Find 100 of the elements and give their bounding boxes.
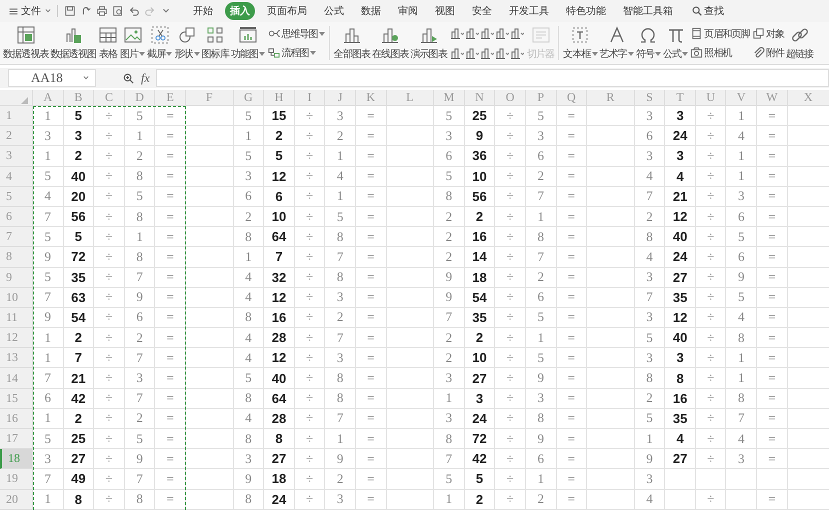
ribbon-tab[interactable]: 审阅 [393,2,423,20]
column-header[interactable]: U [696,90,726,106]
column-header[interactable]: L [386,90,434,106]
column-header[interactable]: Q [556,90,588,106]
ribbon-button[interactable]: 页眉和页脚 [690,26,750,40]
row-header[interactable]: 9 [0,268,33,288]
formula-input[interactable] [156,69,829,87]
ribbon-tab[interactable]: 公式 [319,2,349,20]
row-header[interactable]: 5 [0,186,33,207]
column-header[interactable]: K [356,90,387,106]
undo-icon[interactable] [128,5,140,17]
row-header[interactable]: 12 [0,328,33,348]
column-header[interactable]: E [155,90,186,106]
column-header[interactable]: M [434,90,465,106]
search-button[interactable]: 查找 [685,3,730,19]
column-header[interactable]: C [94,90,125,106]
ribbon-tab[interactable]: 视图 [430,2,460,20]
row-header[interactable]: 11 [0,308,33,328]
row-header[interactable]: 18 [0,449,33,470]
ribbon-button[interactable]: 文本框 [563,25,598,61]
ribbon-button[interactable]: 对象 [752,26,784,40]
column-header[interactable]: G [234,90,264,106]
ribbon-button[interactable]: 数据透视图 [50,25,96,61]
ribbon-tab[interactable]: 智能工具箱 [618,2,678,20]
ribbon-tab[interactable]: 插入 [225,2,255,20]
ribbon-button[interactable]: 思维导图 [267,26,325,40]
column-header[interactable]: B [64,90,94,106]
column-header[interactable]: A [33,90,64,106]
ribbon-button[interactable]: 图片 [120,25,146,61]
chart-type-icon[interactable] [510,46,524,60]
row-header[interactable]: 17 [0,429,33,450]
ribbon-button[interactable]: 超链接 [786,25,814,61]
ribbon-button[interactable]: 图标库 [202,25,229,61]
ribbon-tab[interactable]: 页面布局 [262,2,312,20]
row-header[interactable]: 16 [0,408,33,429]
ribbon-button[interactable]: 照相机 [690,46,750,60]
ribbon-tab[interactable]: 安全 [467,2,497,20]
column-header[interactable]: J [325,90,356,106]
ribbon-button[interactable]: 全部图表 [334,25,370,61]
ribbon-button[interactable]: 符号 [636,25,662,61]
table-cell: 1 [124,227,156,248]
chart-type-icon[interactable] [450,26,464,40]
table-cell: 1 [33,490,64,510]
chart-type-icon[interactable] [494,46,509,60]
ribbon-button[interactable]: 演示图表 [410,25,447,61]
row-header[interactable]: 10 [0,288,33,308]
column-header[interactable]: X [788,90,829,106]
column-header[interactable]: F [186,90,234,106]
column-header[interactable]: T [665,90,696,106]
ribbon-button[interactable]: 表格 [98,25,118,61]
row-header[interactable]: 13 [0,348,33,368]
ribbon-button[interactable]: 数据透视表 [3,25,49,61]
ribbon-button[interactable]: 艺术字 [600,25,634,61]
row-header[interactable]: 1 [0,106,33,126]
chart-type-icon[interactable] [480,26,494,40]
row-header[interactable]: 14 [0,368,33,389]
chart-type-icon[interactable] [464,26,479,40]
print-preview-icon[interactable] [112,5,124,17]
column-header[interactable]: I [294,90,326,106]
chart-type-icon[interactable] [480,46,494,60]
column-header[interactable]: V [726,90,758,106]
row-header[interactable]: 2 [0,126,33,146]
ribbon-tab[interactable]: 开始 [188,2,218,20]
row-header[interactable]: 20 [0,490,33,510]
column-header[interactable]: S [634,90,666,106]
ribbon-button[interactable]: 形状 [174,25,200,61]
empty-cell [587,146,635,167]
row-header[interactable]: 19 [0,469,33,490]
ribbon-button[interactable]: 在线图表 [372,25,408,61]
chart-type-icon[interactable] [450,46,464,60]
save-icon[interactable] [64,5,76,17]
file-menu[interactable]: 文件 [4,4,57,18]
column-header[interactable]: W [757,90,788,106]
column-header[interactable]: H [264,90,295,106]
row-header[interactable]: 7 [0,227,33,248]
row-header[interactable]: 3 [0,146,33,167]
chart-type-icon[interactable] [464,46,479,60]
column-header[interactable]: O [495,90,526,106]
ribbon-tab[interactable]: 开发工具 [504,2,554,20]
chart-type-icon[interactable] [494,26,509,40]
column-header[interactable]: P [526,90,556,106]
ribbon-button[interactable]: 功能图 [230,25,266,61]
row-header[interactable]: 8 [0,247,33,268]
row-header[interactable]: 4 [0,166,33,187]
table-cell: ÷ [495,328,526,348]
column-header[interactable]: N [464,90,496,106]
row-header[interactable]: 6 [0,206,33,228]
ribbon-tab[interactable]: 数据 [356,2,386,20]
print-icon[interactable] [96,5,108,17]
column-header[interactable]: R [587,90,635,106]
ribbon-button[interactable]: 流程图 [267,46,325,60]
name-box[interactable]: AA18 [8,69,96,87]
ribbon-button[interactable]: 附件 [752,46,784,60]
ribbon-button[interactable]: 公式 [663,25,688,61]
row-header[interactable]: 15 [0,388,33,409]
chart-type-icon[interactable] [510,26,524,40]
ribbon-button[interactable]: 截屏 [147,25,172,61]
zoom-icon[interactable] [122,72,135,84]
ribbon-tab[interactable]: 特色功能 [561,2,611,20]
column-header[interactable]: D [124,90,156,106]
